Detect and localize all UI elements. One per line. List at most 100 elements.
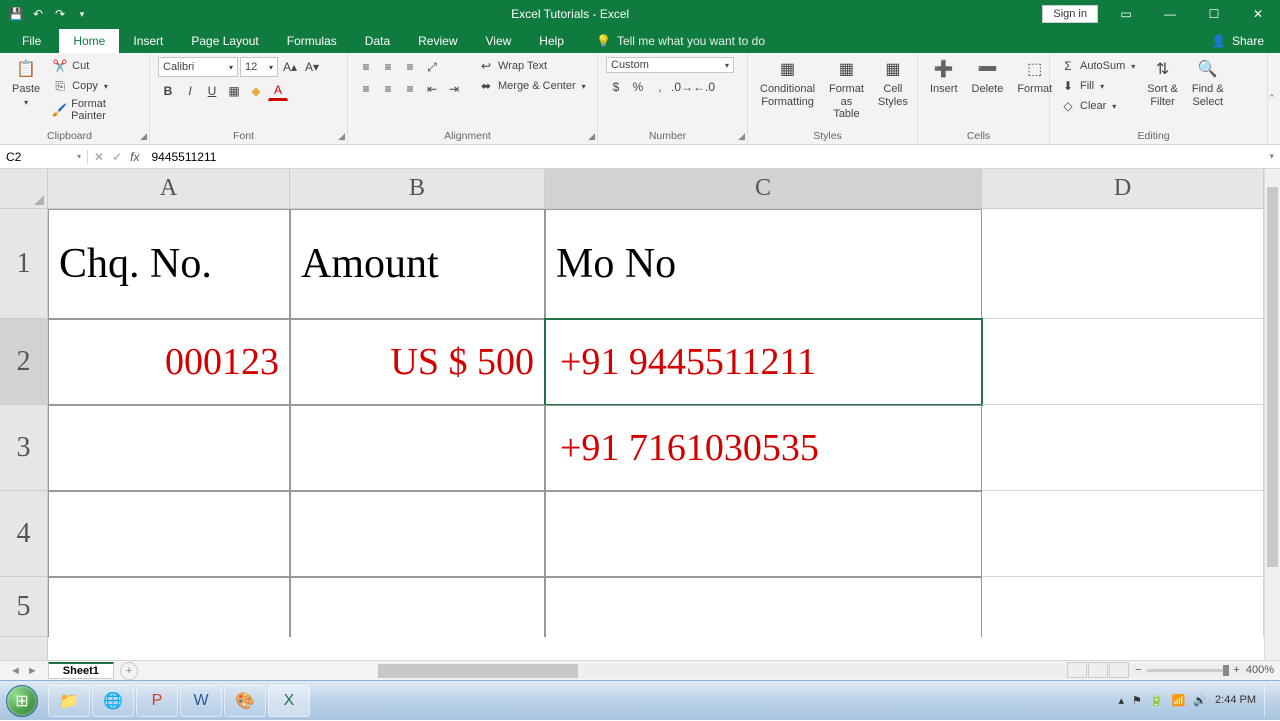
add-sheet-button[interactable]: +: [120, 662, 138, 680]
conditional-formatting-button[interactable]: ▦Conditional Formatting: [756, 57, 819, 110]
taskbar-clock[interactable]: 2:44 PM: [1215, 694, 1256, 706]
percent-format-icon[interactable]: %: [628, 77, 648, 97]
taskbar-powerpoint-icon[interactable]: P: [136, 685, 178, 717]
close-icon[interactable]: ✕: [1236, 0, 1280, 28]
align-middle-icon[interactable]: ≡: [378, 57, 398, 77]
tray-flag-icon[interactable]: ⚑: [1132, 694, 1142, 707]
cancel-formula-icon[interactable]: ✕: [94, 150, 104, 164]
format-painter-button[interactable]: 🖌️Format Painter: [50, 97, 141, 123]
cell-c2[interactable]: +91 9445511211: [545, 319, 982, 405]
qat-customize-icon[interactable]: ▾: [72, 4, 92, 24]
page-break-view-icon[interactable]: [1109, 662, 1129, 678]
taskbar-app-icon[interactable]: 🎨: [224, 685, 266, 717]
tab-data[interactable]: Data: [351, 29, 404, 53]
cell-d3[interactable]: [982, 405, 1264, 491]
cell-b2[interactable]: US $ 500: [290, 319, 545, 405]
increase-indent-icon[interactable]: ⇥: [444, 79, 464, 99]
start-button[interactable]: [0, 681, 44, 721]
enter-formula-icon[interactable]: ✓: [112, 150, 122, 164]
font-color-button[interactable]: A: [268, 81, 288, 101]
undo-icon[interactable]: ↶: [28, 4, 48, 24]
signin-button[interactable]: Sign in: [1042, 5, 1098, 23]
clear-button[interactable]: ◇Clear▾: [1058, 97, 1137, 115]
cell-b5[interactable]: [290, 577, 545, 637]
zoom-in-icon[interactable]: +: [1233, 664, 1239, 676]
collapse-ribbon-icon[interactable]: ⌃: [1268, 93, 1276, 104]
tab-view[interactable]: View: [472, 29, 526, 53]
redo-icon[interactable]: ↷: [50, 4, 70, 24]
delete-cells-button[interactable]: ➖Delete: [968, 57, 1008, 98]
scrollbar-thumb[interactable]: [378, 664, 578, 678]
zoom-slider[interactable]: [1147, 669, 1227, 672]
tray-volume-icon[interactable]: 🔊: [1193, 694, 1207, 707]
cell-c3[interactable]: +91 7161030535: [545, 405, 982, 491]
orientation-icon[interactable]: ⤢: [422, 57, 442, 77]
insert-cells-button[interactable]: ➕Insert: [926, 57, 962, 98]
save-icon[interactable]: 💾: [6, 4, 26, 24]
cell-styles-button[interactable]: ▦Cell Styles: [874, 57, 912, 110]
bold-button[interactable]: B: [158, 81, 178, 101]
cut-button[interactable]: ✂️Cut: [50, 57, 141, 75]
decrease-indent-icon[interactable]: ⇤: [422, 79, 442, 99]
row-header-2[interactable]: 2: [0, 319, 47, 405]
tab-home[interactable]: Home: [59, 29, 119, 53]
wrap-text-button[interactable]: ↩Wrap Text: [476, 57, 588, 75]
col-header-d[interactable]: D: [982, 169, 1264, 208]
cell-a3[interactable]: [48, 405, 290, 491]
dialog-launcher-icon[interactable]: ◢: [140, 131, 147, 142]
underline-button[interactable]: U: [202, 81, 222, 101]
comma-format-icon[interactable]: ,: [650, 77, 670, 97]
italic-button[interactable]: I: [180, 81, 200, 101]
copy-button[interactable]: ⎘Copy▾: [50, 77, 141, 95]
dialog-launcher-icon[interactable]: ◢: [738, 131, 745, 142]
cell-d4[interactable]: [982, 491, 1264, 577]
name-box[interactable]: C2▾: [0, 150, 88, 164]
cell-b4[interactable]: [290, 491, 545, 577]
align-top-icon[interactable]: ≡: [356, 57, 376, 77]
cell-b1[interactable]: Amount: [290, 209, 545, 319]
formula-input[interactable]: 9445511211: [145, 150, 1263, 164]
cell-a1[interactable]: Chq. No.: [48, 209, 290, 319]
decrease-font-icon[interactable]: A▾: [302, 57, 322, 77]
sort-filter-button[interactable]: ⇅Sort & Filter: [1143, 57, 1182, 110]
tab-file[interactable]: File: [4, 29, 59, 53]
dialog-launcher-icon[interactable]: ◢: [338, 131, 345, 142]
autosum-button[interactable]: ΣAutoSum▾: [1058, 57, 1137, 75]
minimize-icon[interactable]: —: [1148, 0, 1192, 28]
cell-d1[interactable]: [982, 209, 1264, 319]
decrease-decimal-icon[interactable]: ←.0: [694, 77, 714, 97]
cell-a5[interactable]: [48, 577, 290, 637]
format-as-table-button[interactable]: ▦Format as Table: [825, 57, 868, 123]
row-header-4[interactable]: 4: [0, 491, 47, 577]
fx-icon[interactable]: fx: [130, 150, 139, 164]
tab-insert[interactable]: Insert: [119, 29, 177, 53]
border-button[interactable]: ▦: [224, 81, 244, 101]
taskbar-explorer-icon[interactable]: 📁: [48, 685, 90, 717]
tray-expand-icon[interactable]: ▴: [1119, 694, 1125, 707]
fill-color-button[interactable]: ◆: [246, 81, 266, 101]
align-right-icon[interactable]: ≡: [400, 79, 420, 99]
row-header-3[interactable]: 3: [0, 405, 47, 491]
tell-me-search[interactable]: 💡 Tell me what you want to do: [586, 29, 775, 53]
show-desktop-button[interactable]: [1264, 685, 1272, 717]
vertical-scrollbar[interactable]: [1264, 169, 1280, 660]
select-all-corner[interactable]: [0, 169, 48, 209]
sheet-nav-prev-icon[interactable]: ◄: [10, 665, 21, 677]
font-size-select[interactable]: 12▾: [240, 57, 278, 77]
number-format-select[interactable]: Custom▾: [606, 57, 734, 73]
tab-formulas[interactable]: Formulas: [273, 29, 351, 53]
tab-review[interactable]: Review: [404, 29, 471, 53]
merge-center-button[interactable]: ⬌Merge & Center▾: [476, 77, 588, 95]
tray-battery-icon[interactable]: 🔋: [1150, 694, 1164, 707]
taskbar-excel-icon[interactable]: X: [268, 685, 310, 717]
increase-font-icon[interactable]: A▴: [280, 57, 300, 77]
tab-page-layout[interactable]: Page Layout: [177, 29, 272, 53]
paste-button[interactable]: 📋 Paste ▾: [8, 57, 44, 109]
cell-d5[interactable]: [982, 577, 1264, 637]
col-header-b[interactable]: B: [290, 169, 545, 208]
row-header-5[interactable]: 5: [0, 577, 47, 637]
maximize-icon[interactable]: ☐: [1192, 0, 1236, 28]
normal-view-icon[interactable]: [1067, 662, 1087, 678]
cell-c4[interactable]: [545, 491, 982, 577]
fill-button[interactable]: ⬇Fill▾: [1058, 77, 1137, 95]
